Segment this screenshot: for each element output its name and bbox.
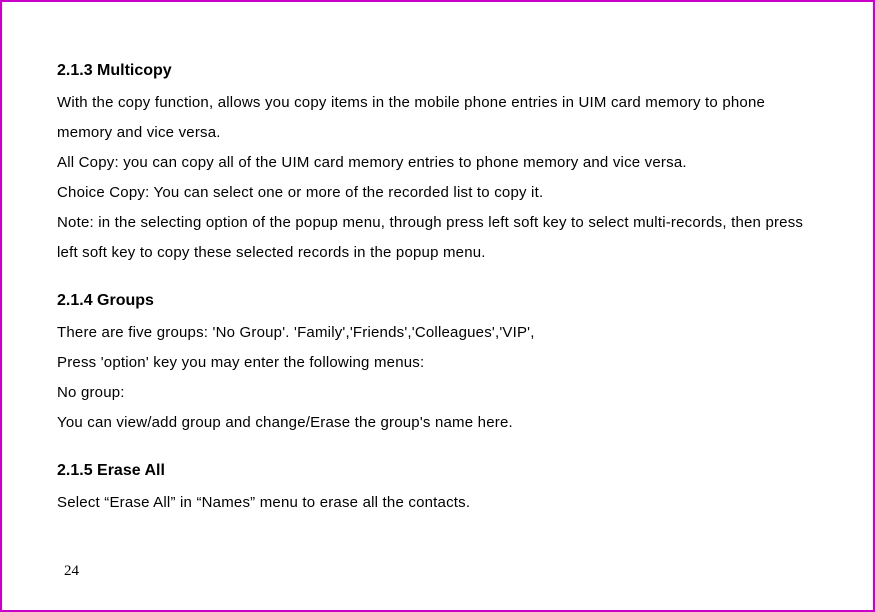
paragraph: You can view/add group and change/Erase …: [57, 408, 818, 438]
paragraph: Press 'option' key you may enter the fol…: [57, 348, 818, 378]
section-erase-all: 2.1.5 Erase All Select “Erase All” in “N…: [57, 462, 818, 518]
paragraph: No group:: [57, 378, 818, 408]
paragraph: Select “Erase All” in “Names” menu to er…: [57, 488, 818, 518]
section-multicopy: 2.1.3 Multicopy With the copy function, …: [57, 62, 818, 268]
section-groups: 2.1.4 Groups There are five groups: 'No …: [57, 292, 818, 438]
heading-multicopy: 2.1.3 Multicopy: [57, 62, 818, 80]
paragraph: Note: in the selecting option of the pop…: [57, 208, 818, 268]
paragraph: There are five groups: 'No Group'. 'Fami…: [57, 318, 818, 348]
paragraph: Choice Copy: You can select one or more …: [57, 178, 818, 208]
page-number: 24: [64, 563, 79, 580]
heading-groups: 2.1.4 Groups: [57, 292, 818, 310]
paragraph: All Copy: you can copy all of the UIM ca…: [57, 148, 818, 178]
heading-erase-all: 2.1.5 Erase All: [57, 462, 818, 480]
paragraph: With the copy function, allows you copy …: [57, 88, 818, 148]
